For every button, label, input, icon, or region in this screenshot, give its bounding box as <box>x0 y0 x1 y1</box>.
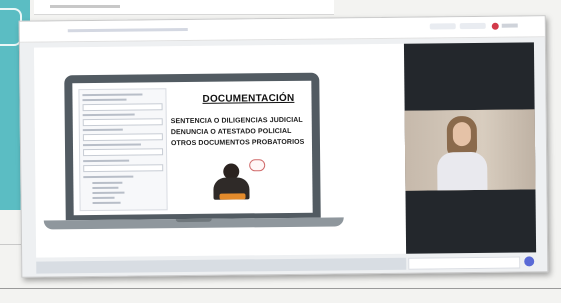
slide-controls-bar <box>36 257 407 274</box>
participant-face <box>452 122 472 147</box>
app-topbar <box>19 16 545 43</box>
presentation-slide: DOCUMENTACIÓN SENTENCIA O DILIGENCIAS JU… <box>33 43 407 258</box>
form-mockup <box>78 88 168 212</box>
record-label <box>501 23 518 28</box>
laptop-notch <box>175 218 212 223</box>
laptop-display: DOCUMENTACIÓN SENTENCIA O DILIGENCIAS JU… <box>72 80 313 216</box>
participant-body <box>437 151 488 191</box>
send-icon[interactable] <box>524 256 535 267</box>
slide-title: DOCUMENTACIÓN <box>202 92 295 105</box>
toolbar-button[interactable] <box>459 22 486 30</box>
record-dot-icon <box>491 22 499 30</box>
desk-illustration <box>219 193 246 200</box>
laptop-illustration: DOCUMENTACIÓN SENTENCIA O DILIGENCIAS JU… <box>64 72 321 221</box>
meeting-screen: DOCUMENTACIÓN SENTENCIA O DILIGENCIAS JU… <box>18 15 549 278</box>
speech-bubble-icon <box>249 159 266 172</box>
slide-item: OTROS DOCUMENTOS PROBATORIOS <box>170 138 305 148</box>
video-panel <box>403 42 537 254</box>
chat-input[interactable] <box>408 256 521 270</box>
slide-item: DENUNCIA O ATESTADO POLICIAL <box>170 127 292 137</box>
address-bar[interactable] <box>67 27 188 33</box>
divider-line <box>0 288 561 289</box>
toolbar-button[interactable] <box>429 23 456 30</box>
slide-item: SENTENCIA O DILIGENCIAS JUDICIAL <box>170 116 303 126</box>
background-document-strip <box>34 0 334 15</box>
participant-video[interactable] <box>404 109 536 191</box>
